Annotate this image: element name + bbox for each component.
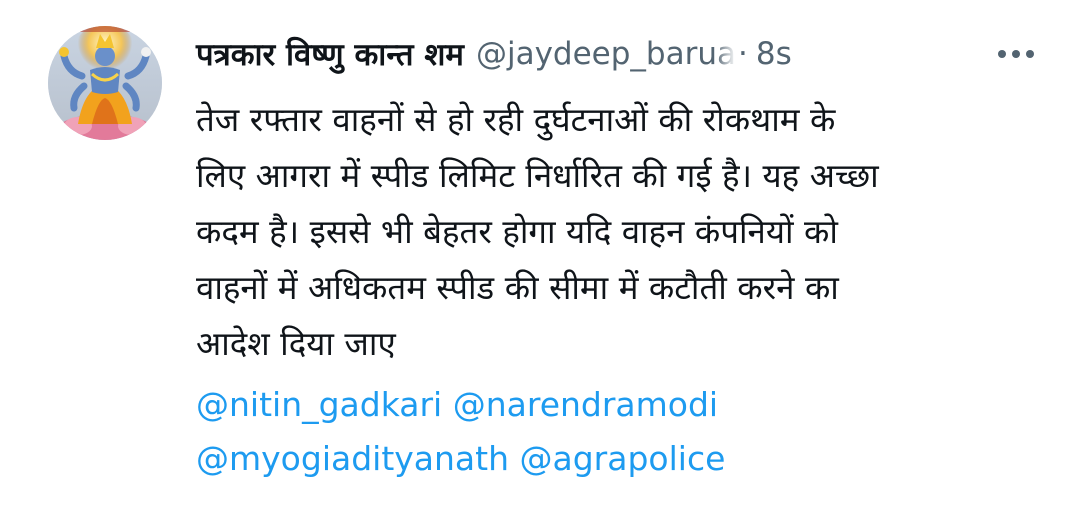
- tweet-text-line: कदम है। इससे भी बेहतर होगा यदि वाहन कंपन…: [196, 212, 838, 251]
- mention-link[interactable]: @myogiadityanath: [196, 439, 509, 478]
- tweet-text-line: तेज रफ्तार वाहनों से हो रही दुर्घटनाओं क…: [196, 100, 836, 139]
- more-options-icon: [998, 50, 1034, 58]
- header-separator: ·: [737, 36, 748, 72]
- mention-line: @nitin_gadkari @narendramodi: [196, 378, 1066, 432]
- tweet-header: पत्रकार विष्णु कान्त शम @jaydeep_barua ·…: [196, 28, 1046, 80]
- more-options-button[interactable]: [986, 34, 1046, 74]
- tweet-text-line: आदेश दिया जाए: [196, 324, 396, 363]
- mention-link[interactable]: @agrapolice: [520, 439, 726, 478]
- tweet[interactable]: पत्रकार विष्णु कान्त शम @jaydeep_barua ·…: [0, 0, 1080, 514]
- author-avatar[interactable]: [48, 26, 162, 140]
- author-display-name[interactable]: पत्रकार विष्णु कान्त शम: [196, 33, 464, 75]
- mention-link[interactable]: @narendramodi: [453, 385, 718, 424]
- tweet-mentions: @nitin_gadkari @narendramodi @myogiadity…: [196, 378, 1066, 486]
- tweet-text-line: वाहनों में अधिकतम स्पीड की सीमा में कटौत…: [196, 268, 839, 307]
- tweet-text: तेज रफ्तार वाहनों से हो रही दुर्घटनाओं क…: [196, 92, 1066, 372]
- mention-line: @myogiadityanath @agrapolice: [196, 432, 1066, 486]
- author-handle[interactable]: @jaydeep_barua: [476, 36, 736, 72]
- tweet-timestamp[interactable]: 8s: [756, 36, 792, 72]
- deity-avatar-icon: [48, 26, 162, 140]
- mention-link[interactable]: @nitin_gadkari: [196, 385, 442, 424]
- tweet-text-line: लिए आगरा में स्पीड लिमिट निर्धारित की गई…: [196, 156, 879, 195]
